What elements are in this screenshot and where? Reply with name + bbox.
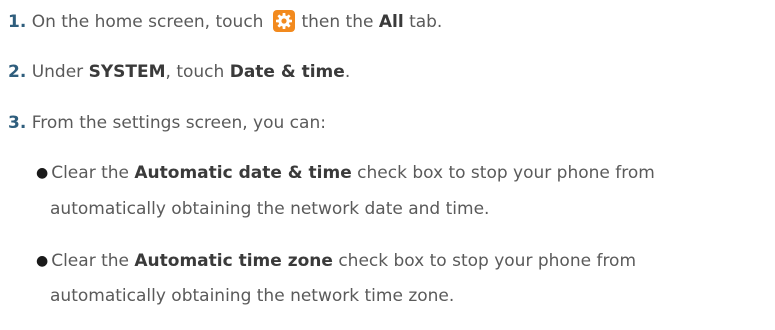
- step-text: tab.: [409, 12, 443, 32]
- bullet-text: check box to stop your phone from: [357, 163, 655, 183]
- bullet-text: automatically obtaining the network time…: [50, 286, 455, 306]
- step-text: then the: [301, 12, 374, 32]
- step-number: 2.: [8, 62, 27, 82]
- automatic-date-time-label: Automatic date & time: [134, 163, 352, 183]
- automatic-time-zone-label: Automatic time zone: [134, 251, 333, 271]
- bullet-item-1-line-2: automatically obtaining the network date…: [50, 198, 489, 220]
- step-3: 3. From the settings screen, you can:: [8, 112, 326, 134]
- all-tab-label: All: [378, 12, 404, 32]
- document-page: { "steps": [ { "number": "1.", "text_a":…: [0, 0, 775, 330]
- step-text: .: [344, 62, 351, 82]
- step-text: , touch: [165, 62, 225, 82]
- step-text: On the home screen, touch: [31, 12, 264, 32]
- system-section-label: SYSTEM: [88, 62, 166, 82]
- bullet-item-2: ● Clear the Automatic time zone check box…: [36, 250, 636, 272]
- date-time-label: Date & time: [229, 62, 345, 82]
- bullet-item-2-line-2: automatically obtaining the network time…: [50, 285, 454, 307]
- step-2: 2. Under SYSTEM, touch Date & time.: [8, 61, 350, 83]
- step-text: Under: [31, 62, 84, 82]
- bullet-text: automatically obtaining the network date…: [50, 199, 490, 219]
- step-1: 1. On the home screen, touch then the Al…: [8, 10, 442, 33]
- settings-gear-icon: [273, 10, 296, 32]
- bullet-text: Clear the: [51, 163, 129, 183]
- step-text: From the settings screen, you can:: [31, 113, 326, 133]
- bullet-text: Clear the: [51, 251, 129, 271]
- step-number: 1.: [8, 12, 27, 32]
- bullet-text: check box to stop your phone from: [338, 251, 637, 271]
- bullet-dot-icon: ●: [36, 165, 49, 181]
- bullet-dot-icon: ●: [36, 253, 49, 269]
- bullet-item-1: ● Clear the Automatic date & time check b…: [36, 162, 655, 184]
- step-number: 3.: [8, 113, 27, 133]
